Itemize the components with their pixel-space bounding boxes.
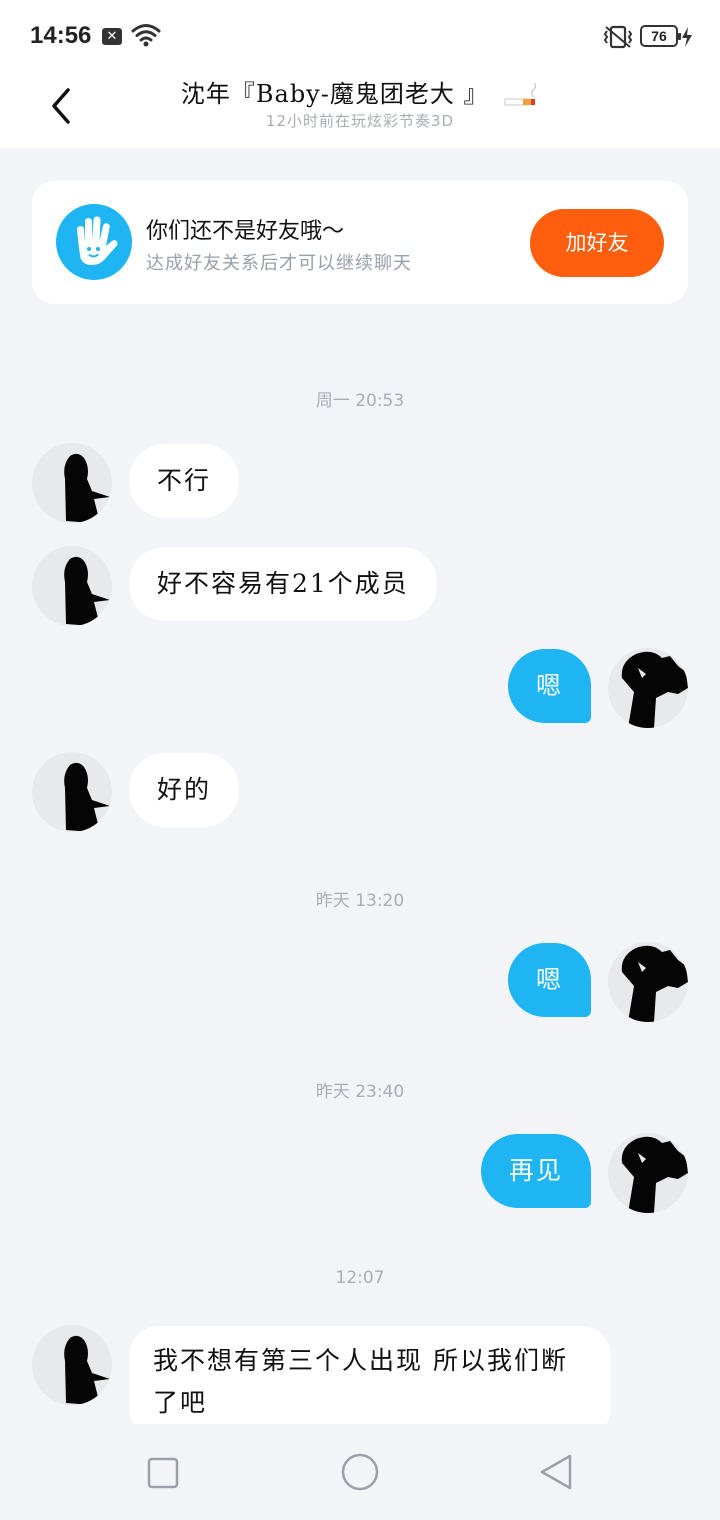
outgoing-message[interactable]: 再见 xyxy=(480,1134,591,1208)
message-timestamp: 昨天 23:40 xyxy=(315,1082,405,1102)
friend-request-card: 你们还不是好友哦～ 达成好友关系后才可以继续聊天 加好友 xyxy=(32,181,688,304)
outgoing-message[interactable]: 嗯 xyxy=(507,649,591,723)
wifi-icon xyxy=(131,24,161,47)
message-timestamp: 12:07 xyxy=(335,1268,385,1288)
add-friend-button[interactable]: 加好友 xyxy=(530,209,664,277)
my-avatar[interactable] xyxy=(608,942,688,1022)
contact-avatar[interactable] xyxy=(32,546,112,626)
my-avatar[interactable] xyxy=(608,1133,688,1213)
contact-name-row[interactable]: 沈年『Baby-魔鬼团老大 』 xyxy=(0,74,720,109)
system-nav-bar xyxy=(0,1424,720,1520)
nav-home-button[interactable] xyxy=(340,1452,380,1492)
nav-back-button[interactable] xyxy=(538,1452,574,1492)
message-timestamp: 周一 20:53 xyxy=(315,391,405,411)
status-time: 14:56 xyxy=(30,22,92,49)
incoming-message[interactable]: 好不容易有21个成员 xyxy=(129,547,437,621)
incoming-message[interactable]: 我不想有第三个人出现 所以我们断了吧 xyxy=(129,1326,611,1438)
chat-header: 沈年『Baby-魔鬼团老大 』 12小时前在玩炫彩节奏3D xyxy=(0,70,720,148)
charging-icon xyxy=(682,27,692,47)
status-bar: 14:56 ✕ 76 xyxy=(0,0,720,70)
message-timestamp: 昨天 13:20 xyxy=(315,891,405,911)
contact-avatar[interactable] xyxy=(32,752,112,832)
contact-name: 沈年『Baby-魔鬼团老大 』 xyxy=(180,80,489,108)
battery-icon: 76 xyxy=(640,25,681,47)
incoming-message[interactable]: 不行 xyxy=(129,444,240,518)
vibrate-icon xyxy=(603,25,633,49)
contact-status: 12小时前在玩炫彩节奏3D xyxy=(265,112,455,130)
outgoing-message[interactable]: 嗯 xyxy=(507,943,591,1017)
cigarette-icon xyxy=(504,82,537,105)
my-avatar[interactable] xyxy=(608,648,688,728)
friend-card-subtitle: 达成好友关系后才可以继续聊天 xyxy=(146,253,412,274)
contact-avatar[interactable] xyxy=(32,443,112,523)
hand-icon xyxy=(56,204,132,280)
contact-avatar[interactable] xyxy=(32,1325,112,1405)
incoming-message[interactable]: 好的 xyxy=(129,753,240,827)
nav-recents-button[interactable] xyxy=(146,1456,180,1490)
friend-card-title: 你们还不是好友哦～ xyxy=(146,219,345,244)
notification-x-icon: ✕ xyxy=(102,28,122,45)
